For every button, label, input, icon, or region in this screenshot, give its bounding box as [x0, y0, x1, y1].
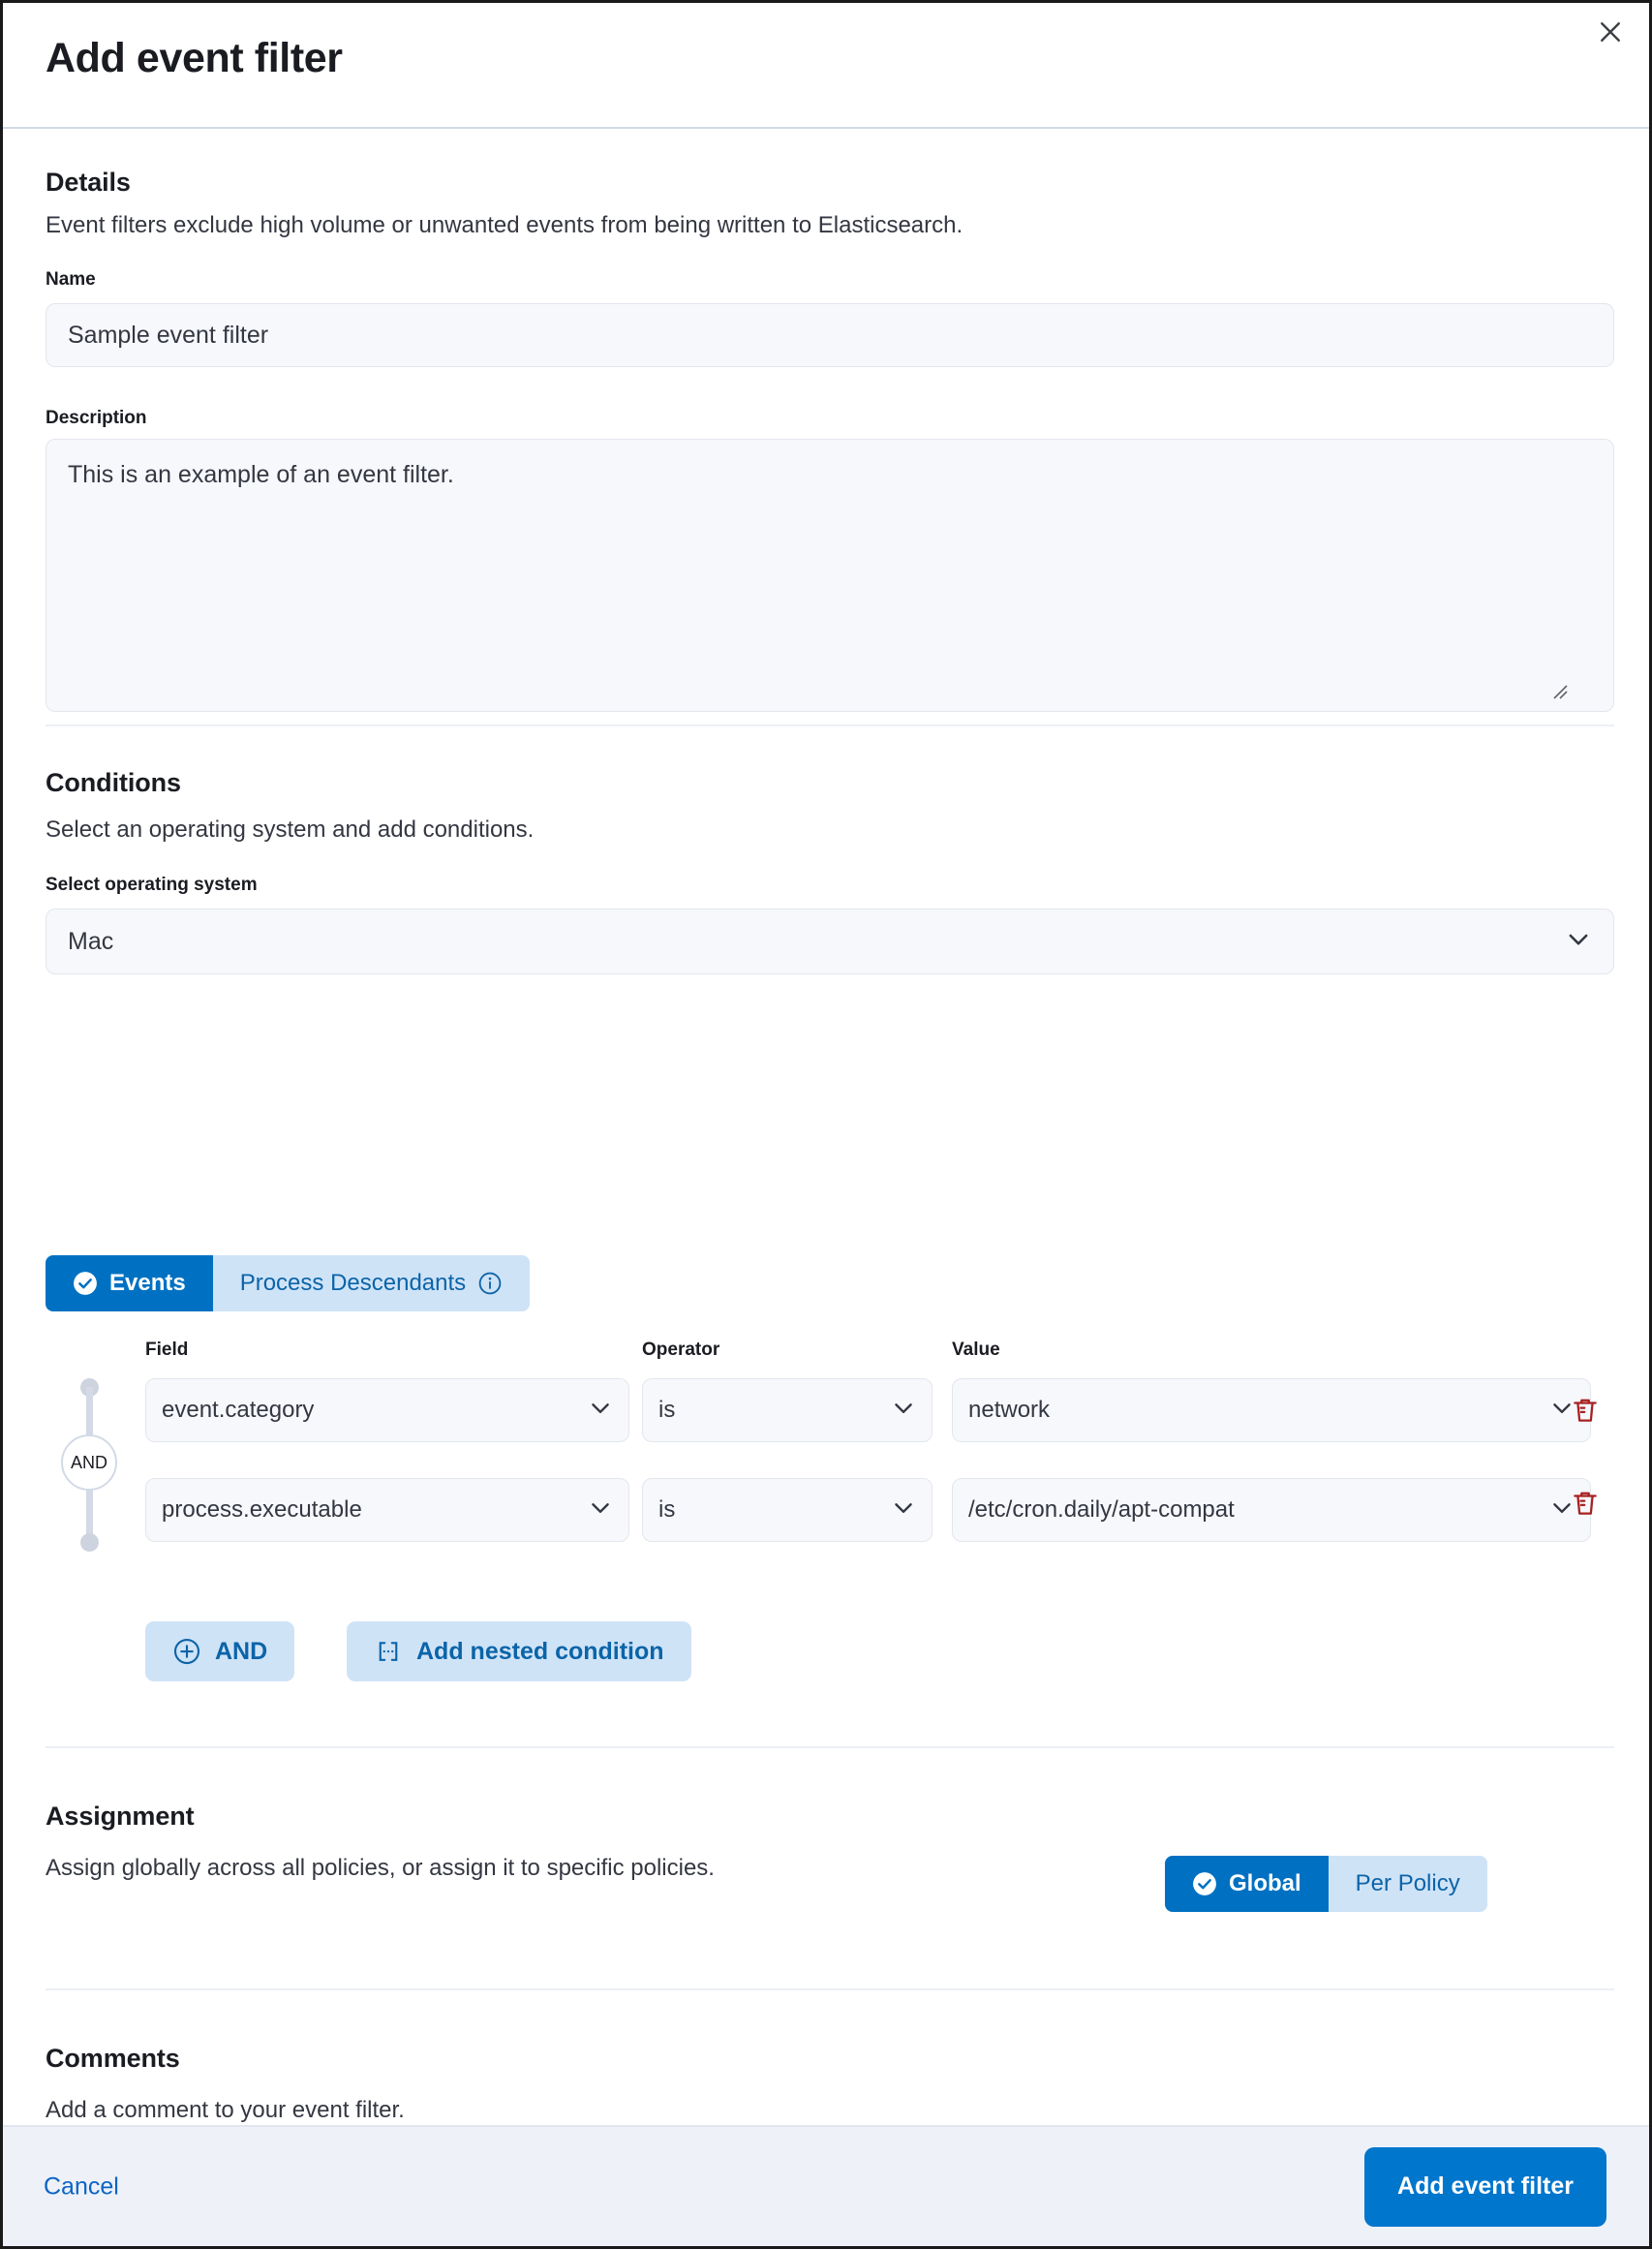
- assignment-global-option[interactable]: Global: [1165, 1856, 1329, 1912]
- cancel-button[interactable]: Cancel: [44, 2172, 119, 2201]
- trash-icon: [1570, 1488, 1601, 1522]
- chevron-down-icon: [1565, 926, 1592, 958]
- assignment-per-policy-label: Per Policy: [1356, 1870, 1460, 1897]
- tab-process-descendants[interactable]: Process Descendants: [213, 1255, 530, 1311]
- condition-value-select-0[interactable]: network: [952, 1378, 1591, 1442]
- chevron-down-icon: [588, 1396, 613, 1426]
- add-and-condition-button[interactable]: AND: [145, 1621, 294, 1681]
- condition-value-value-0: network: [968, 1397, 1050, 1424]
- conditions-title: Conditions: [46, 768, 181, 798]
- divider-assignment: [46, 1988, 1614, 1990]
- tab-events[interactable]: Events: [46, 1255, 213, 1311]
- details-subtitle: Event filters exclude high volume or unw…: [46, 212, 963, 239]
- submit-add-event-filter-button[interactable]: Add event filter: [1364, 2147, 1606, 2227]
- comments-title: Comments: [46, 2044, 180, 2074]
- close-icon: [1596, 17, 1625, 46]
- tab-process-descendants-label: Process Descendants: [240, 1270, 466, 1297]
- details-section: Details: [46, 168, 131, 198]
- assignment-global-label: Global: [1229, 1870, 1301, 1897]
- assignment-per-policy-option[interactable]: Per Policy: [1329, 1856, 1487, 1912]
- os-select-value: Mac: [68, 928, 113, 956]
- flyout-footer: Cancel Add event filter: [3, 2125, 1649, 2246]
- divider-conditions: [46, 1746, 1614, 1748]
- chevron-down-icon: [588, 1495, 613, 1525]
- connector-line-bottom: [86, 1489, 93, 1539]
- close-button[interactable]: [1589, 11, 1632, 53]
- condition-value-select-1[interactable]: /etc/cron.daily/apt-compat: [952, 1478, 1591, 1542]
- condition-operator-value-0: is: [658, 1397, 675, 1424]
- and-badge: AND: [61, 1434, 117, 1491]
- check-circle-icon: [73, 1271, 98, 1296]
- flyout-header: Add event filter: [3, 3, 1649, 129]
- condition-operator-select-0[interactable]: is: [642, 1378, 933, 1442]
- os-select[interactable]: Mac: [46, 909, 1614, 974]
- condition-field-value-1: process.executable: [162, 1496, 362, 1524]
- page-title: Add event filter: [46, 35, 343, 82]
- assignment-toggle: Global Per Policy: [1165, 1856, 1487, 1912]
- column-header-field: Field: [145, 1340, 188, 1361]
- and-connector: AND: [61, 1378, 117, 1553]
- condition-operator-value-1: is: [658, 1496, 675, 1524]
- delete-condition-button-0[interactable]: [1564, 1390, 1606, 1433]
- add-nested-condition-label: Add nested condition: [416, 1638, 664, 1666]
- plus-circle-icon: [172, 1637, 201, 1666]
- nested-brackets-icon: [374, 1637, 403, 1666]
- connector-line-top: [86, 1387, 93, 1437]
- tab-events-label: Events: [109, 1270, 186, 1297]
- delete-condition-button-1[interactable]: [1564, 1483, 1606, 1525]
- condition-field-select-1[interactable]: process.executable: [145, 1478, 629, 1542]
- condition-value-value-1: /etc/cron.daily/apt-compat: [968, 1496, 1235, 1524]
- description-textarea[interactable]: [46, 439, 1614, 712]
- info-circle-icon[interactable]: [477, 1271, 503, 1296]
- column-header-value: Value: [952, 1340, 1000, 1361]
- check-circle-icon: [1192, 1871, 1217, 1896]
- connector-dot-bottom: [80, 1533, 99, 1552]
- assignment-subtitle: Assign globally across all policies, or …: [46, 1855, 715, 1882]
- chevron-down-icon: [891, 1495, 916, 1525]
- os-label: Select operating system: [46, 875, 258, 896]
- name-input[interactable]: [46, 303, 1614, 367]
- event-type-tabs: Events Process Descendants: [46, 1255, 530, 1311]
- trash-icon: [1570, 1395, 1601, 1429]
- condition-field-value-0: event.category: [162, 1397, 314, 1424]
- add-event-filter-flyout: Add event filter Details Event filters e…: [0, 0, 1652, 2249]
- conditions-subtitle: Select an operating system and add condi…: [46, 816, 534, 844]
- description-label: Description: [46, 408, 147, 429]
- column-header-operator: Operator: [642, 1340, 719, 1361]
- divider-details: [46, 724, 1614, 726]
- details-title: Details: [46, 168, 131, 198]
- comments-subtitle: Add a comment to your event filter.: [46, 2097, 405, 2124]
- condition-operator-select-1[interactable]: is: [642, 1478, 933, 1542]
- chevron-down-icon: [891, 1396, 916, 1426]
- name-label: Name: [46, 269, 96, 291]
- assignment-title: Assignment: [46, 1802, 195, 1832]
- flyout-body: Details Event filters exclude high volum…: [3, 129, 1649, 2125]
- condition-field-select-0[interactable]: event.category: [145, 1378, 629, 1442]
- add-and-condition-label: AND: [215, 1638, 267, 1666]
- add-nested-condition-button[interactable]: Add nested condition: [347, 1621, 691, 1681]
